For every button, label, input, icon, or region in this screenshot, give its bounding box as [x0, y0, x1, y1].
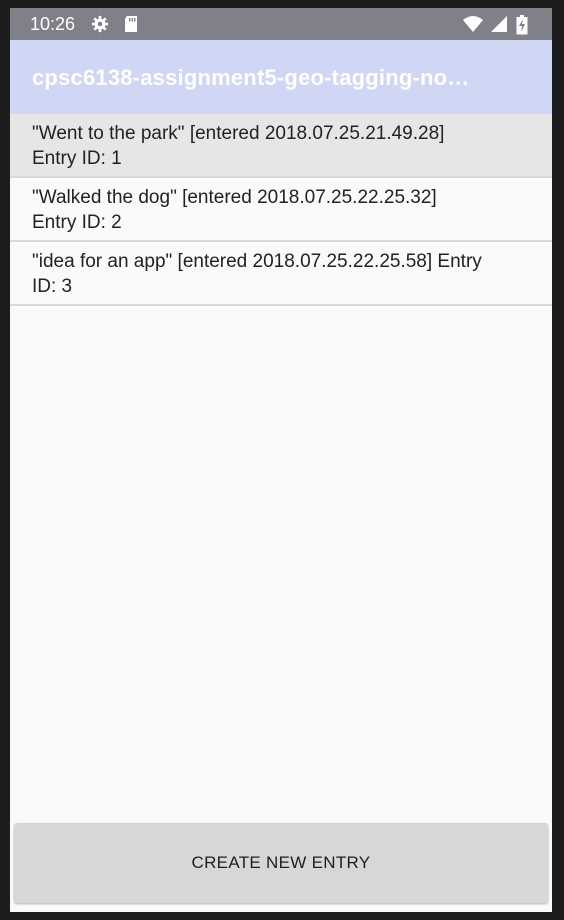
entry-id: Entry ID: 2 [32, 212, 122, 233]
entry-text: "Walked the dog" [entered 2018.07.25.22.… [32, 187, 437, 208]
list-item[interactable]: "idea for an app" [entered 2018.07.25.22… [10, 242, 552, 306]
list-item[interactable]: "Went to the park" [entered 2018.07.25.2… [10, 114, 552, 178]
entry-id: ID: 3 [32, 276, 73, 297]
wifi-icon [462, 15, 484, 33]
status-bar: 10:26 [10, 8, 552, 40]
entry-text: "Went to the park" [entered 2018.07.25.2… [32, 123, 445, 144]
settings-gear-icon [90, 15, 110, 33]
sd-card-icon [122, 15, 142, 33]
app-title: cpsc6138-assignment5-geo-tagging-no… [32, 65, 470, 90]
entry-text: "idea for an app" [entered 2018.07.25.22… [32, 251, 482, 272]
battery-charging-icon [516, 15, 528, 35]
app-screen: 10:26 cpsc6138-assignment5-geo-tagging-n… [10, 8, 552, 912]
create-new-entry-button[interactable]: CREATE NEW ENTRY [14, 823, 548, 903]
entry-id: Entry ID: 1 [32, 148, 122, 169]
list-item[interactable]: "Walked the dog" [entered 2018.07.25.22.… [10, 178, 552, 242]
entry-list: "Went to the park" [entered 2018.07.25.2… [10, 114, 552, 306]
cell-signal-icon [490, 15, 510, 33]
status-time: 10:26 [30, 14, 76, 34]
app-bar: cpsc6138-assignment5-geo-tagging-no… [10, 40, 552, 114]
